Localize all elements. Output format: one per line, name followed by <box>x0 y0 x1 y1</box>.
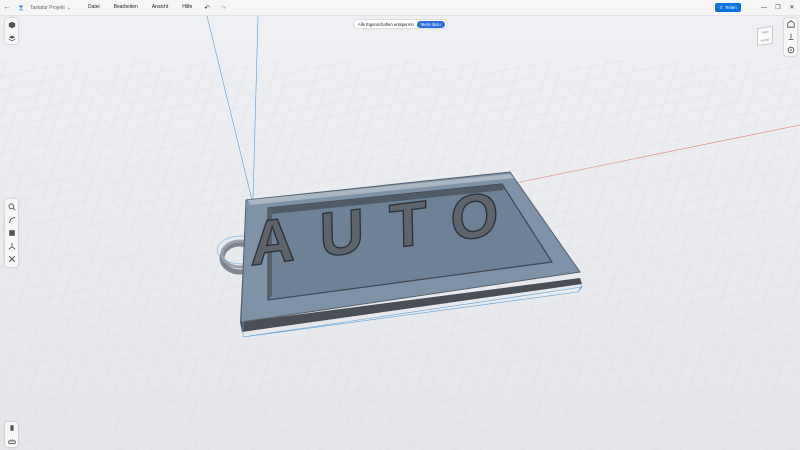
share-button-label: Teilen <box>725 5 737 10</box>
zoom-icon[interactable] <box>7 202 17 212</box>
orbit-icon[interactable] <box>786 45 796 55</box>
3d-viewport[interactable]: AUTO <box>0 16 800 450</box>
menu-bar: Datei Bearbeiten Ansicht Hilfe <box>81 0 199 15</box>
view-cube-top[interactable]: OBEN <box>762 30 769 34</box>
learn-more-link[interactable]: Mehr dazu <box>416 20 445 28</box>
restore-icon[interactable]: ❐ <box>771 0 785 15</box>
home-icon[interactable] <box>786 20 796 30</box>
redo-icon[interactable]: ↷ <box>215 4 231 12</box>
unlock-banner: Alle Eigenschaften entsperren Mehr dazu <box>354 20 447 28</box>
left-bottom-toolbar <box>5 422 18 447</box>
banner-text: Alle Eigenschaften entsperren <box>358 21 414 27</box>
menu-bearbeiten[interactable]: Bearbeiten <box>107 0 145 15</box>
view-axes-icon[interactable] <box>786 32 796 42</box>
design-icon[interactable] <box>7 20 17 30</box>
title-bar: ← Tastatur Projekt ⌄ Datei Bearbeiten An… <box>0 0 800 16</box>
sketch-icon[interactable] <box>7 215 17 225</box>
right-view-toolbar <box>784 18 797 56</box>
tools-icon[interactable] <box>7 254 17 264</box>
left-top-toolbar <box>5 18 18 44</box>
app-logo-icon <box>18 5 24 10</box>
transform-icon[interactable] <box>7 241 17 251</box>
view-cube-front[interactable]: VORNE <box>761 38 770 42</box>
left-tools-toolbar <box>5 199 18 267</box>
scene-canvas[interactable]: AUTO <box>0 16 800 450</box>
share-icon: ⇪ <box>719 4 723 10</box>
menu-datei[interactable]: Datei <box>81 0 107 15</box>
back-arrow-icon[interactable]: ← <box>0 0 14 15</box>
close-icon[interactable]: ✕ <box>785 0 799 15</box>
object-icon[interactable] <box>7 424 17 434</box>
undo-icon[interactable]: ↶ <box>199 4 215 12</box>
minimize-icon[interactable]: — <box>757 0 771 15</box>
menu-ansicht[interactable]: Ansicht <box>145 0 175 15</box>
chevron-down-icon: ⌄ <box>66 4 71 11</box>
view-cube[interactable]: OBEN VORNE <box>757 25 773 47</box>
share-button[interactable]: ⇪ Teilen <box>715 3 741 12</box>
layers-icon[interactable] <box>7 33 17 43</box>
project-name-dropdown[interactable]: Tastatur Projekt ⌄ <box>30 5 71 11</box>
solid-icon[interactable] <box>7 228 17 238</box>
menu-hilfe[interactable]: Hilfe <box>175 0 199 15</box>
measure-icon[interactable] <box>7 436 17 446</box>
project-name: Tastatur Projekt <box>30 4 65 11</box>
